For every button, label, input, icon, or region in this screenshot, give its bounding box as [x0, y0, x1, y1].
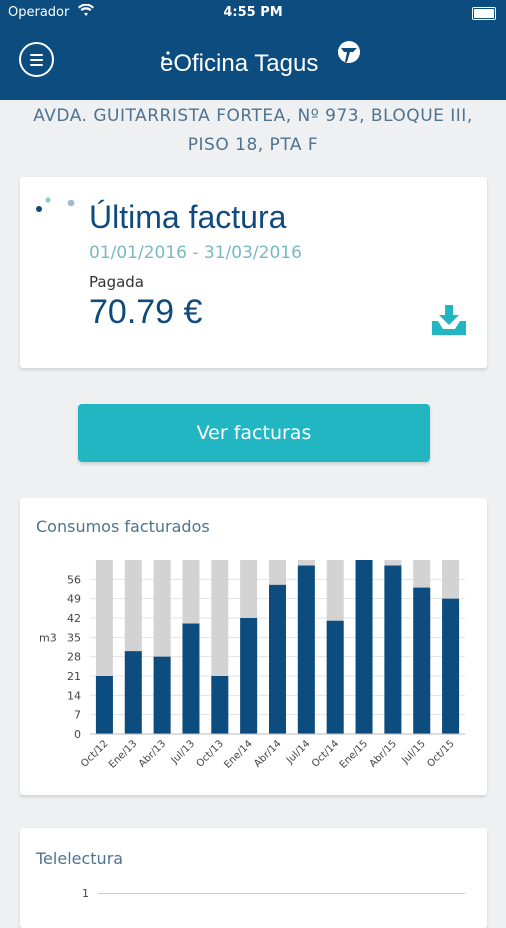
bar — [355, 560, 373, 734]
telelectura-y-tick: 1 — [82, 887, 89, 900]
invoice-title: Última factura — [89, 199, 287, 235]
y-tick-label: 56 — [67, 573, 81, 586]
bar — [326, 620, 344, 734]
last-invoice-card: Última factura 01/01/2016 - 31/03/2016 P… — [20, 177, 487, 368]
download-icon[interactable] — [430, 303, 468, 337]
bubbles-icon — [36, 197, 75, 212]
app-header: eOficina Tagus — [0, 26, 506, 100]
consumption-chart-card: Consumos facturados 0 7 14 21 28 35 42 49 56 m3 Oc… — [20, 498, 487, 795]
y-tick-label: 0 — [74, 728, 81, 741]
bar — [153, 656, 171, 734]
view-invoices-button[interactable]: Ver facturas — [78, 404, 430, 462]
invoice-period: 01/01/2016 - 31/03/2016 — [89, 243, 302, 263]
telelectura-gridline — [98, 893, 465, 894]
x-tick-label: Ene/15 — [338, 738, 370, 770]
x-tick-label: Oct/15 — [425, 738, 456, 769]
menu-icon — [30, 54, 43, 56]
clock: 4:55 PM — [223, 5, 283, 20]
address-line-2: PISO 18, PTA F — [187, 135, 319, 155]
status-bar: Operador 4:55 PM — [0, 0, 506, 26]
bar — [413, 587, 431, 734]
y-tick-label: 42 — [67, 612, 81, 625]
y-tick-label: 35 — [67, 631, 81, 644]
bar — [384, 565, 402, 734]
menu-icon-bar — [30, 59, 43, 61]
y-axis-label: m3 — [39, 631, 57, 644]
bar — [297, 565, 315, 734]
bar — [95, 676, 113, 734]
telelectura-card: Telelectura 1 — [20, 828, 487, 928]
battery-icon — [472, 7, 496, 20]
y-tick-label: 14 — [67, 689, 81, 702]
bar — [442, 598, 460, 734]
invoice-status: Pagada — [89, 273, 144, 291]
y-tick-label: 49 — [67, 593, 81, 606]
address-line-1: AVDA. GUITARRISTA FORTEA, Nº 973, BLOQUE… — [33, 106, 473, 126]
x-tick-label: Oct/13 — [195, 738, 226, 769]
x-tick-label: Jul/14 — [284, 738, 312, 766]
x-tick-label: Abr/15 — [368, 738, 399, 769]
y-tick-label: 21 — [67, 670, 81, 683]
supply-address: AVDA. GUITARRISTA FORTEA, Nº 973, BLOQUE… — [0, 102, 506, 160]
tagus-logo-icon — [338, 41, 360, 63]
bar — [269, 584, 286, 734]
bar — [124, 651, 142, 734]
bar — [182, 623, 200, 734]
menu-button[interactable] — [19, 42, 54, 77]
y-tick-label: 28 — [67, 651, 81, 664]
bar — [211, 676, 229, 734]
invoice-amount: 70.79 € — [89, 293, 203, 331]
x-tick-label: Jul/15 — [399, 738, 427, 766]
app-logo-text: eOficina Tagus — [160, 50, 319, 77]
telelectura-title: Telelectura — [36, 849, 124, 868]
menu-icon-bar — [30, 64, 43, 66]
y-tick-label: 7 — [74, 709, 81, 722]
x-tick-label: Jul/13 — [169, 738, 197, 766]
x-tick-label: Abr/13 — [137, 738, 168, 769]
x-tick-label: Ene/14 — [222, 738, 254, 770]
x-tick-label: Oct/12 — [79, 738, 110, 769]
x-tick-label: Oct/14 — [310, 738, 341, 769]
bar — [240, 618, 258, 734]
consumption-bar-chart: 0714212835424956m3Oct/12Ene/13Abr/13 Jul/… — [39, 560, 465, 771]
x-tick-label: Abr/14 — [252, 738, 283, 769]
x-tick-label: Ene/13 — [107, 738, 139, 770]
